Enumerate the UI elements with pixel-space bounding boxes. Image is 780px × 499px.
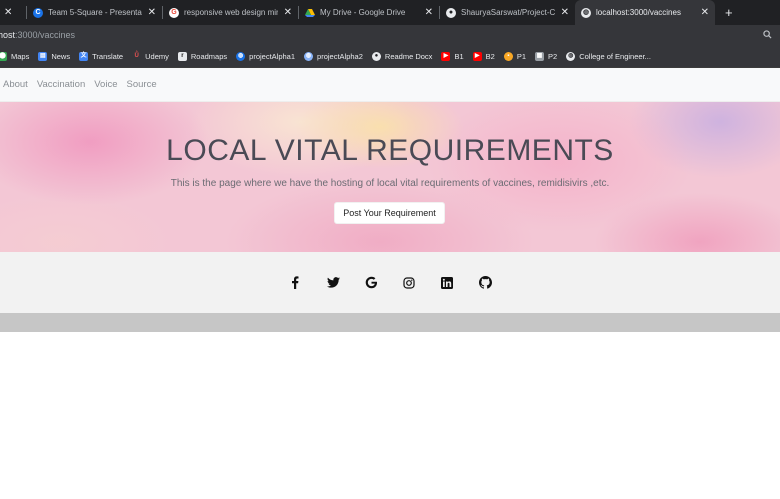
globe-icon: ◍ xyxy=(566,51,576,61)
maps-icon: ⬤ xyxy=(0,51,7,61)
nav-link-source[interactable]: Source xyxy=(127,79,157,90)
social-footer xyxy=(0,252,780,313)
udemy-icon: Ů xyxy=(134,52,139,59)
bookmarks-bar: ⬤ Maps ▤ News 文 Translate Ů Udemy r Roadmaps … xyxy=(0,45,780,68)
tab-google-drive[interactable]: My Drive - Google Drive ✕ xyxy=(299,0,439,25)
bookmark-projectalpha1[interactable]: ◍ projectAlpha1 xyxy=(236,51,295,61)
bookmark-projectalpha2[interactable]: ◍ projectAlpha2 xyxy=(304,51,363,61)
address-bar[interactable]: host:3000/vaccines xyxy=(0,25,780,45)
close-icon[interactable]: ✕ xyxy=(4,7,12,18)
page-title: LOCAL VITAL REQUIREMENTS xyxy=(166,134,614,167)
github-icon: ● xyxy=(371,51,381,61)
globe-icon: ◍ xyxy=(236,51,246,61)
tab-responsive-web-design[interactable]: G responsive web design min ✕ xyxy=(163,0,298,25)
browser-tab-bar: ✕ C Team 5-Square - Presentatio ✕ G resp… xyxy=(0,0,780,25)
new-tab-button[interactable]: + xyxy=(725,5,733,20)
globe-icon: ◍ xyxy=(304,51,314,61)
bookmark-b2[interactable]: ▶ B2 xyxy=(472,51,495,61)
tab-localhost-vaccines[interactable]: ◍ localhost:3000/vaccines ✕ xyxy=(575,0,715,25)
news-icon: ▤ xyxy=(38,51,48,61)
twitter-icon[interactable] xyxy=(325,274,342,291)
bookmark-p1[interactable]: ▪ P1 xyxy=(503,51,526,61)
google-icon[interactable] xyxy=(363,274,380,291)
url-path: :3000/vaccines xyxy=(15,30,76,40)
canva-icon: C xyxy=(33,7,43,18)
url-text[interactable]: host:3000/vaccines xyxy=(0,30,763,40)
youtube-icon: ▶ xyxy=(472,51,482,61)
bookmark-roadmaps[interactable]: r Roadmaps xyxy=(177,51,227,61)
github-icon[interactable] xyxy=(477,274,494,291)
bookmark-college-of-engineering[interactable]: ◍ College of Engineer... xyxy=(566,51,651,61)
close-icon[interactable]: ✕ xyxy=(425,7,433,18)
bookmark-b1[interactable]: ▶ B1 xyxy=(441,51,464,61)
page-subtitle: This is the page where we have the hosti… xyxy=(170,178,610,189)
facebook-icon[interactable] xyxy=(287,274,304,291)
tab-github-project[interactable]: ● ShauryaSarswat/Project-Co ✕ xyxy=(440,0,575,25)
tab-team-5-square[interactable]: C Team 5-Square - Presentatio ✕ xyxy=(27,0,162,25)
bookmark-translate[interactable]: 文 Translate xyxy=(79,51,123,61)
google-icon: G xyxy=(169,7,179,18)
bookmark-udemy[interactable]: Ů Udemy xyxy=(132,52,168,61)
bookmark-maps[interactable]: ⬤ Maps xyxy=(0,51,29,61)
nav-link-voice[interactable]: Voice xyxy=(94,79,117,90)
close-icon[interactable]: ✕ xyxy=(701,7,709,18)
footer-bottom-bar xyxy=(0,313,780,332)
search-icon[interactable] xyxy=(763,29,772,41)
globe-icon: ◍ xyxy=(581,7,591,18)
nav-link-vaccination[interactable]: Vaccination xyxy=(37,79,85,90)
site-navbar: About Vaccination Voice Source xyxy=(0,68,780,102)
tab-partial[interactable]: ✕ xyxy=(0,0,26,25)
close-icon[interactable]: ✕ xyxy=(561,7,569,18)
close-icon[interactable]: ✕ xyxy=(148,7,156,18)
translate-icon: 文 xyxy=(79,51,89,61)
close-icon[interactable]: ✕ xyxy=(284,7,292,18)
bookmark-news[interactable]: ▤ News xyxy=(38,51,70,61)
bookmark-p2[interactable]: ▦ P2 xyxy=(535,51,557,61)
folder-icon: ▪ xyxy=(503,51,513,61)
google-drive-icon xyxy=(305,8,315,18)
bookmark-readme-docx[interactable]: ● Readme Docx xyxy=(371,51,432,61)
instagram-icon[interactable] xyxy=(401,274,418,291)
image-icon: ▦ xyxy=(535,51,544,61)
github-icon: ● xyxy=(446,7,456,18)
roadmaps-icon: r xyxy=(177,51,187,61)
post-requirement-button[interactable]: Post Your Requirement xyxy=(334,202,445,224)
hero-banner: LOCAL VITAL REQUIREMENTS This is the pag… xyxy=(0,102,780,252)
nav-link-about[interactable]: About xyxy=(3,79,28,90)
linkedin-icon[interactable] xyxy=(439,274,456,291)
youtube-icon: ▶ xyxy=(441,51,451,61)
url-host: host xyxy=(0,30,16,40)
